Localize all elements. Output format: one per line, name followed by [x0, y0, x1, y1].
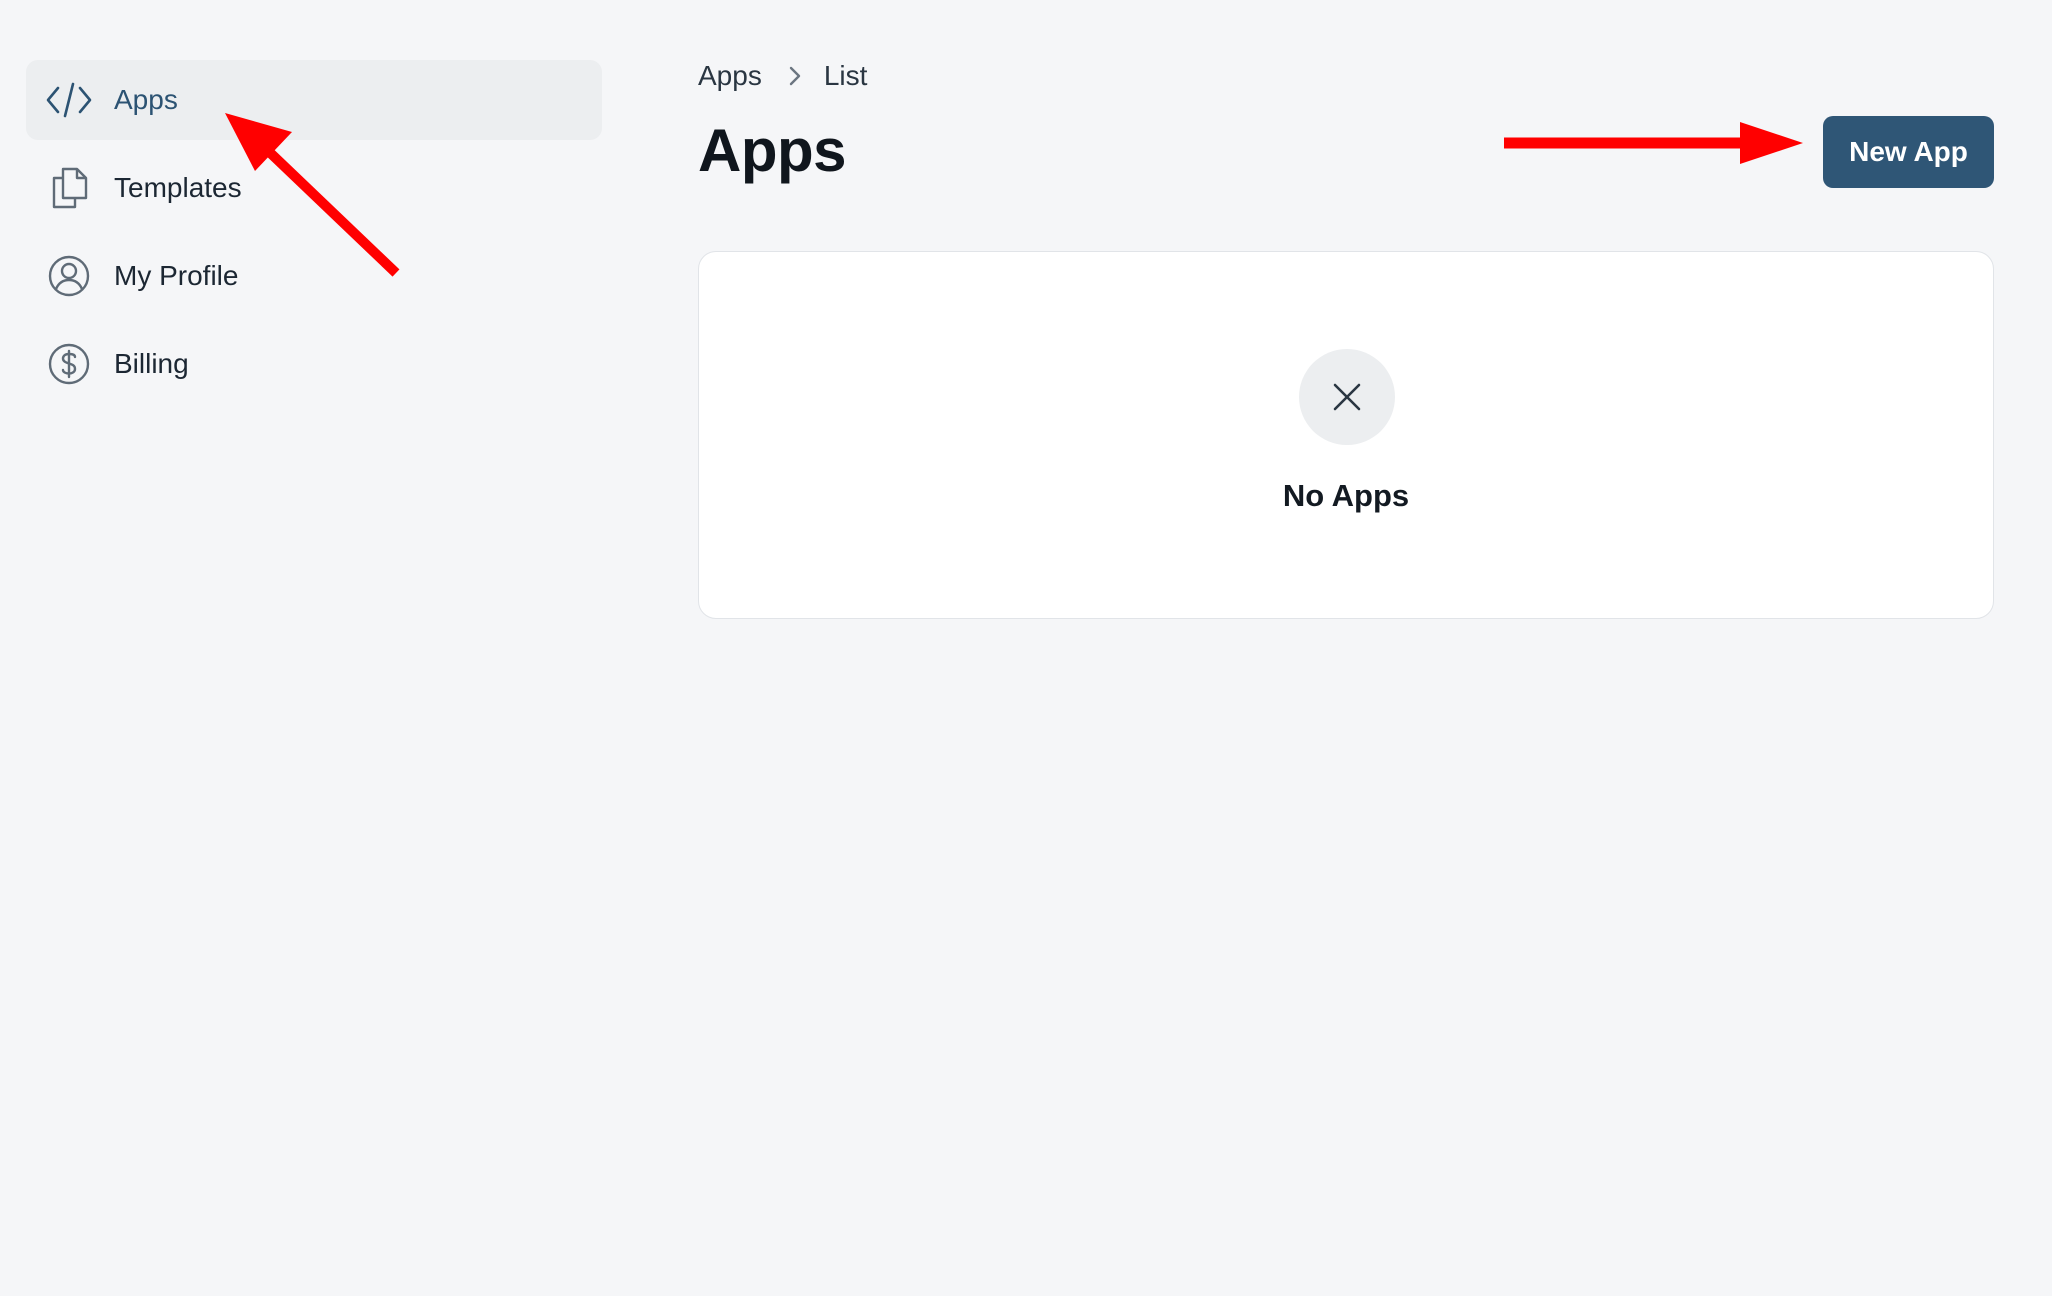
- sidebar-item-my-profile[interactable]: My Profile: [26, 236, 602, 316]
- sidebar-item-label: Apps: [114, 84, 178, 115]
- sidebar-item-label: Billing: [114, 348, 189, 379]
- chevron-right-icon: [788, 65, 802, 87]
- sidebar: Apps Templates My Profile Billing: [26, 60, 602, 412]
- sidebar-item-label: Templates: [114, 172, 242, 203]
- breadcrumb: Apps List: [698, 60, 867, 92]
- user-circle-icon: [44, 251, 94, 301]
- code-icon: [44, 75, 94, 125]
- sidebar-item-templates[interactable]: Templates: [26, 148, 602, 228]
- empty-state-message: No Apps: [1282, 478, 1410, 513]
- breadcrumb-item-apps[interactable]: Apps: [698, 60, 762, 92]
- documents-icon: [44, 163, 94, 213]
- annotation-arrow-new-app: [1504, 122, 1803, 164]
- page-title: Apps: [698, 117, 847, 184]
- new-app-button[interactable]: New App: [1823, 116, 1994, 188]
- dollar-circle-icon: [44, 339, 94, 389]
- empty-state-card: No Apps: [698, 251, 1994, 619]
- empty-state-icon-wrapper: [1299, 349, 1395, 445]
- sidebar-item-apps[interactable]: Apps: [26, 60, 602, 140]
- page: Apps Templates My Profile Billing Apps L…: [0, 0, 2052, 1296]
- sidebar-item-label: My Profile: [114, 260, 239, 291]
- sidebar-item-billing[interactable]: Billing: [26, 324, 602, 404]
- close-icon: [1333, 383, 1361, 411]
- breadcrumb-item-list: List: [823, 60, 868, 91]
